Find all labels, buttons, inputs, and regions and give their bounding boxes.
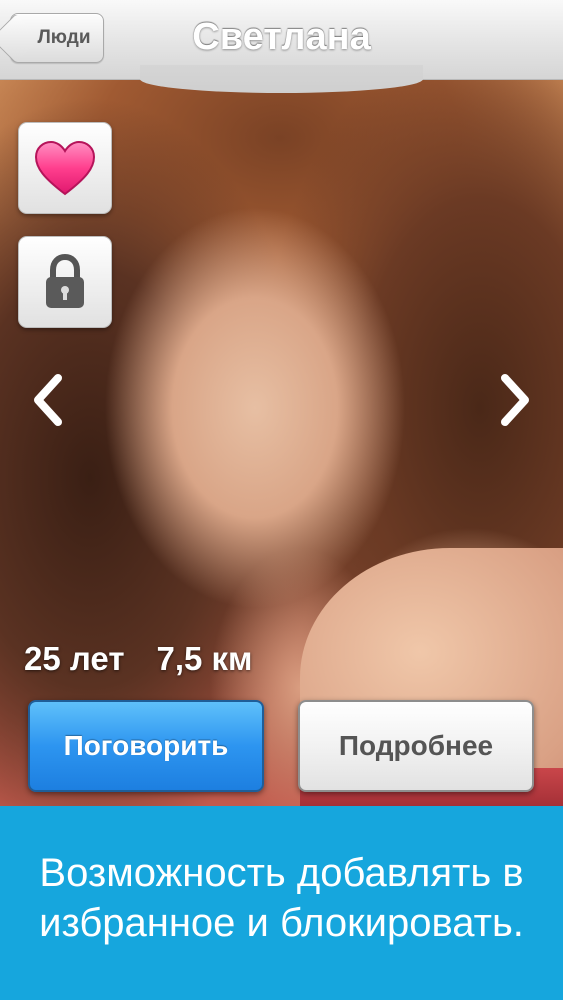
caption-line-2: избранное и блокировать. [39, 901, 524, 945]
details-button[interactable]: Подробнее [298, 700, 534, 792]
page-title: Светлана [192, 16, 371, 58]
back-button-label: Люди [37, 27, 91, 48]
block-button[interactable] [18, 236, 112, 328]
chevron-right-icon [501, 374, 529, 426]
age-text: 25 лет [24, 640, 125, 677]
caption-line-1: Возможность добавлять в [39, 851, 524, 895]
promo-caption: Возможность добавлять в избранное и блок… [0, 806, 563, 1000]
previous-photo-button[interactable] [22, 365, 72, 435]
next-photo-button[interactable] [491, 365, 541, 435]
favorite-button[interactable] [18, 122, 112, 214]
back-button[interactable]: Люди [10, 13, 104, 63]
distance-text: 7,5 км [156, 640, 253, 677]
talk-button[interactable]: Поговорить [28, 700, 264, 792]
lock-icon [46, 254, 84, 308]
chevron-left-icon [34, 374, 62, 426]
navigation-bar: Люди Светлана [0, 0, 563, 93]
heart-icon [34, 140, 96, 196]
profile-screen: Люди Светлана 25 лет 7,5 км Поговорить П… [0, 0, 563, 806]
profile-info: 25 лет 7,5 км [24, 640, 252, 678]
